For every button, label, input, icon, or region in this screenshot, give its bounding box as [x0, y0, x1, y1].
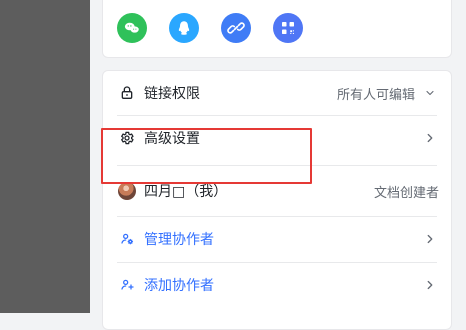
add-user-icon — [118, 276, 136, 294]
add-collaborator-left: 添加协作者 — [118, 275, 214, 295]
owner-role: 文档创建者 — [373, 185, 439, 201]
qr-code-share-button[interactable] — [273, 13, 303, 43]
avatar — [118, 182, 136, 200]
qq-icon — [178, 21, 190, 35]
advanced-settings-row[interactable]: 高级设置 — [103, 116, 451, 160]
advanced-settings-left: 高级设置 — [118, 128, 200, 148]
chevron-down-icon[interactable] — [421, 84, 439, 102]
settings-card: 链接权限 所有人可编辑 高级设置 四月□（我） 文档创建者 管理协作者 添加协作… — [102, 70, 452, 330]
advanced-settings-right — [421, 129, 439, 147]
owner-name: 四月□（我） — [144, 184, 228, 200]
qq-share-button[interactable] — [169, 13, 199, 43]
owner-left: 四月□（我） — [118, 181, 227, 201]
add-collaborator-label: 添加协作者 — [144, 278, 214, 294]
link-icon — [227, 22, 245, 34]
divider — [117, 165, 437, 166]
add-collaborator-right — [421, 276, 439, 294]
link-permission-value[interactable]: 所有人可编辑 — [337, 84, 415, 103]
manage-collaborators-left: 管理协作者 — [118, 229, 214, 249]
advanced-settings-label: 高级设置 — [144, 131, 200, 147]
panel-edge — [452, 0, 466, 313]
share-options — [117, 13, 303, 43]
add-collaborator-row[interactable]: 添加协作者 — [103, 263, 451, 307]
link-permission-value-wrap[interactable]: 所有人可编辑 — [337, 84, 439, 103]
qr-code-icon — [282, 22, 294, 34]
settings-user-icon — [118, 230, 136, 248]
link-permission-label: 链接权限 — [144, 86, 200, 102]
wechat-share-button[interactable] — [117, 13, 147, 43]
chevron-right-icon[interactable] — [421, 230, 439, 248]
manage-collaborators-label: 管理协作者 — [144, 232, 214, 248]
share-card — [102, 0, 452, 58]
owner-row: 四月□（我） 文档创建者 — [103, 169, 451, 213]
gear-icon — [118, 129, 136, 147]
link-share-button[interactable] — [221, 13, 251, 43]
lock-icon — [118, 84, 136, 102]
manage-collaborators-right — [421, 230, 439, 248]
link-permission-row[interactable]: 链接权限 所有人可编辑 — [103, 71, 451, 115]
manage-collaborators-row[interactable]: 管理协作者 — [103, 217, 451, 261]
link-permission-left: 链接权限 — [118, 83, 200, 103]
dimmed-background — [0, 0, 90, 313]
chevron-right-icon[interactable] — [421, 276, 439, 294]
chevron-right-icon[interactable] — [421, 129, 439, 147]
wechat-icon — [124, 22, 139, 33]
owner-right: 文档创建者 — [374, 182, 439, 201]
